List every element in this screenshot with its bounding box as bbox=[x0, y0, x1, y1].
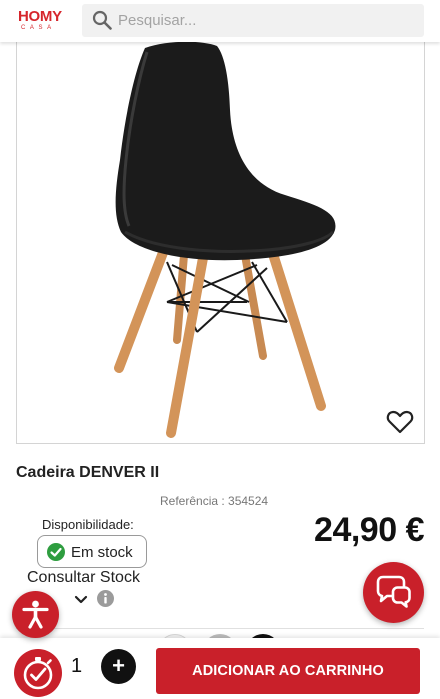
logo-text: HOMY bbox=[18, 8, 62, 25]
accessibility-button[interactable] bbox=[12, 591, 59, 638]
stock-status-text: Em stock bbox=[71, 544, 133, 561]
promo-timer-button[interactable] bbox=[14, 649, 62, 697]
info-icon[interactable] bbox=[97, 590, 114, 607]
bottom-action-bar: 1 + ADICIONAR AO CARRINHO bbox=[0, 638, 440, 699]
homy-logo[interactable]: HOMY CASA bbox=[18, 8, 70, 34]
check-circle-icon bbox=[47, 543, 65, 561]
chat-button[interactable] bbox=[363, 562, 424, 623]
chat-bubbles-icon bbox=[376, 575, 411, 608]
stock-status-badge: Em stock bbox=[37, 535, 147, 568]
top-header: HOMY CASA bbox=[0, 0, 440, 42]
search-bar bbox=[82, 4, 424, 37]
chair-image[interactable] bbox=[17, 40, 425, 444]
search-icon[interactable] bbox=[92, 10, 112, 30]
search-input[interactable] bbox=[118, 4, 414, 37]
quantity-value[interactable]: 1 bbox=[71, 655, 82, 678]
logo-subtext: CASA bbox=[21, 25, 56, 31]
increase-quantity-button[interactable]: + bbox=[101, 649, 136, 684]
heart-icon[interactable] bbox=[386, 409, 414, 435]
add-to-cart-button[interactable]: ADICIONAR AO CARRINHO bbox=[156, 648, 420, 694]
stopwatch-check-icon bbox=[23, 657, 53, 690]
accessibility-icon bbox=[22, 600, 49, 629]
chevron-down-icon[interactable] bbox=[74, 595, 88, 605]
section-divider bbox=[16, 628, 424, 629]
product-reference: Referência : 354524 bbox=[160, 494, 269, 508]
availability-label: Disponibilidade: bbox=[42, 517, 134, 532]
product-image-frame bbox=[16, 40, 425, 444]
product-price: 24,90 € bbox=[314, 511, 424, 549]
product-title: Cadeira DENVER II bbox=[16, 464, 160, 481]
consult-stock-link[interactable]: Consultar Stock bbox=[27, 569, 140, 587]
